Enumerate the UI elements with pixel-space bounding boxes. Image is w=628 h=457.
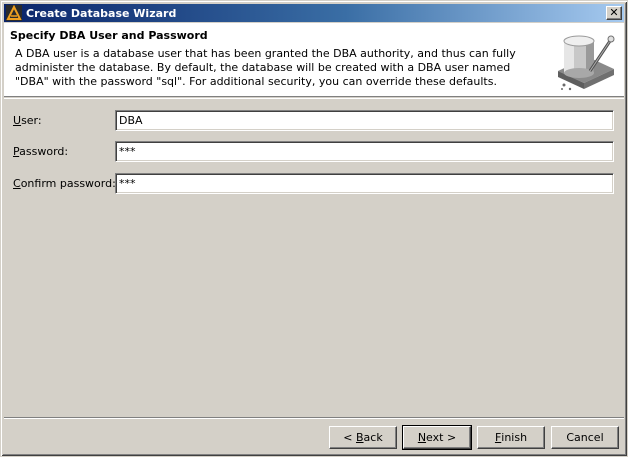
page-title: Specify DBA User and Password	[10, 29, 208, 42]
back-button[interactable]: < Back	[329, 426, 397, 449]
wizard-header: Specify DBA User and Password A DBA user…	[4, 23, 624, 97]
cancel-button-label: Cancel	[566, 431, 604, 444]
finish-button[interactable]: Finish	[477, 426, 545, 449]
close-button[interactable]: ✕	[606, 6, 622, 20]
window-title: Create Database Wizard	[26, 6, 177, 20]
next-button-label: ext >	[426, 431, 457, 444]
finish-button-label: inish	[501, 431, 528, 444]
header-divider	[4, 98, 624, 99]
close-icon: ✕	[609, 6, 619, 19]
back-button-mnemonic: B	[356, 431, 364, 444]
back-button-label: ack	[363, 431, 383, 444]
database-wizard-icon	[554, 27, 618, 93]
confirm-password-label: Confirm password:	[13, 177, 116, 190]
footer-divider-light	[4, 418, 624, 419]
user-input[interactable]	[115, 110, 614, 131]
sybase-app-icon	[6, 5, 22, 21]
next-button[interactable]: Next >	[402, 425, 472, 450]
password-row: Password:	[13, 141, 614, 163]
back-button-prefix: <	[343, 431, 356, 444]
next-button-mnemonic: N	[417, 431, 427, 444]
user-label: User:	[13, 114, 42, 127]
password-input[interactable]	[115, 141, 614, 162]
confirm-password-input[interactable]	[115, 173, 614, 194]
wizard-window: Create Database Wizard ✕ Specify DBA Use…	[0, 0, 628, 457]
user-row: User:	[13, 110, 614, 132]
title-bar[interactable]: Create Database Wizard ✕	[4, 4, 624, 22]
confirm-password-row: Confirm password:	[13, 173, 614, 195]
cancel-button[interactable]: Cancel	[551, 426, 619, 449]
password-label: Password:	[13, 145, 69, 158]
page-description: A DBA user is a database user that has b…	[15, 47, 516, 88]
